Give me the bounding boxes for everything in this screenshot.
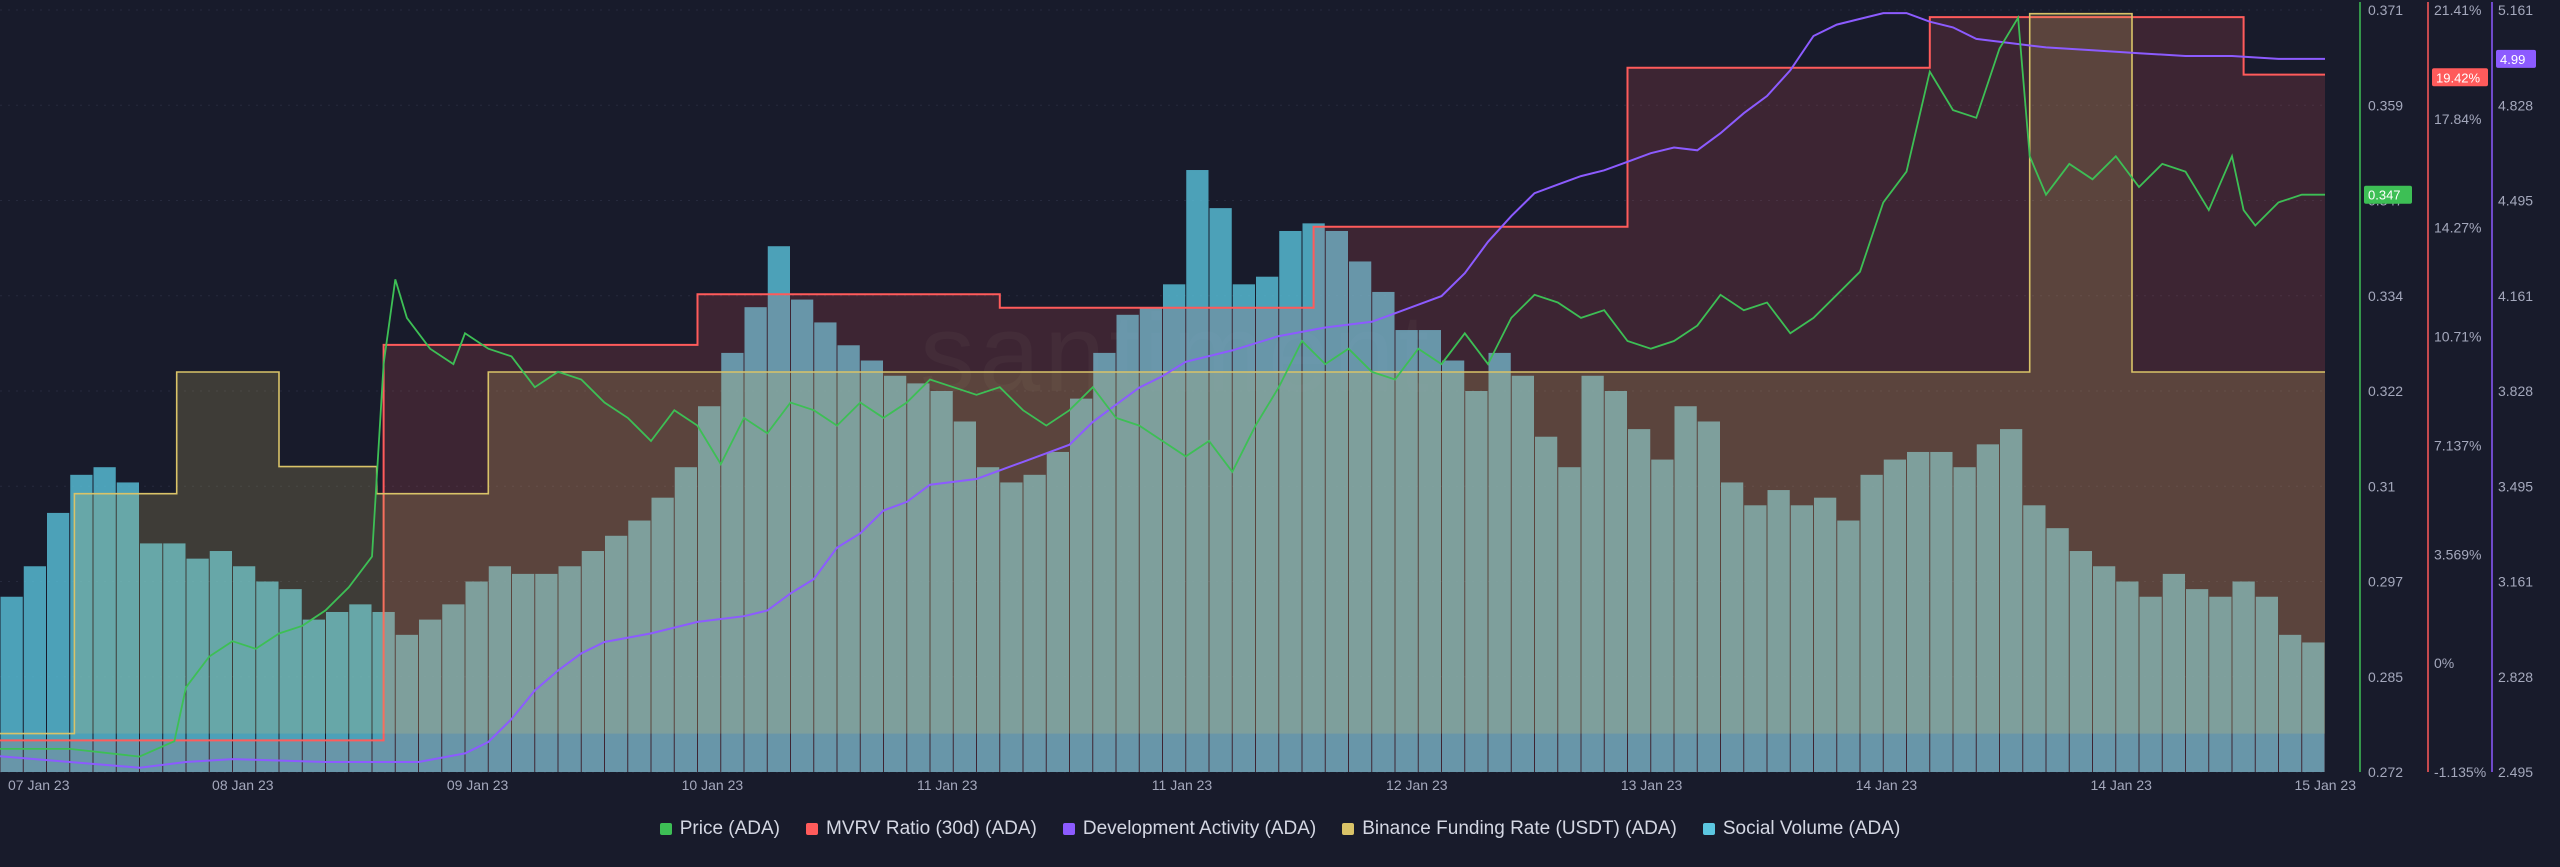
dev-axis-tick: 4.495 xyxy=(2498,193,2533,209)
mvrv-axis-tick: -1.135% xyxy=(2434,764,2486,780)
mvrv-current-badge: 19.42% xyxy=(2436,70,2481,85)
mvrv-axis-tick: 3.569% xyxy=(2434,546,2481,562)
mvrv-axis-tick: 21.41% xyxy=(2434,2,2481,18)
dev-axis-tick: 5.161 xyxy=(2498,2,2533,18)
dev-axis-tick: 3.495 xyxy=(2498,478,2533,494)
dev-axis-tick: 4.828 xyxy=(2498,97,2533,113)
x-axis-tick: 08 Jan 23 xyxy=(212,777,274,793)
legend-label: MVRV Ratio (30d) (ADA) xyxy=(826,818,1037,839)
dev-axis-tick: 3.828 xyxy=(2498,383,2533,399)
price-axis-tick: 0.31 xyxy=(2368,478,2395,494)
legend-swatch xyxy=(1342,823,1355,835)
dev-axis-tick: 2.495 xyxy=(2498,764,2533,780)
dev-axis-tick: 2.828 xyxy=(2498,669,2533,685)
price-axis-tick: 0.359 xyxy=(2368,97,2403,113)
price-axis-tick: 0.285 xyxy=(2368,669,2403,685)
dev-axis-tick: 4.161 xyxy=(2498,288,2533,304)
x-axis-tick: 10 Jan 23 xyxy=(682,777,744,793)
legend-swatch xyxy=(1702,823,1715,835)
price-axis-tick: 0.297 xyxy=(2368,574,2403,590)
price-axis-tick: 0.371 xyxy=(2368,2,2403,18)
legend-label: Social Volume (ADA) xyxy=(1722,818,1901,839)
legend-swatch xyxy=(1062,823,1075,835)
x-axis-tick: 09 Jan 23 xyxy=(447,777,509,793)
x-axis-tick: 07 Jan 23 xyxy=(8,777,70,793)
x-axis-tick: 14 Jan 23 xyxy=(2090,777,2152,793)
legend-item[interactable]: Binance Funding Rate (USDT) (ADA) xyxy=(1342,818,1677,840)
dev-current-badge: 4.99 xyxy=(2500,52,2525,67)
mvrv-axis-tick: 0% xyxy=(2434,655,2454,671)
legend-swatch xyxy=(806,823,819,835)
mvrv-axis-tick: 17.84% xyxy=(2434,111,2481,127)
x-axis-tick: 11 Jan 23 xyxy=(917,777,978,793)
legend-item[interactable]: Social Volume (ADA) xyxy=(1702,818,1901,840)
mvrv-axis-tick: 10.71% xyxy=(2434,329,2481,345)
price-current-badge: 0.347 xyxy=(2368,188,2401,203)
chart-container: santiment 0.3710.3590.3470.3340.3220.310… xyxy=(0,0,2560,867)
legend-item[interactable]: MVRV Ratio (30d) (ADA) xyxy=(806,818,1037,840)
x-axis-tick: 13 Jan 23 xyxy=(1621,777,1683,793)
x-axis-tick: 11 Jan 23 xyxy=(1152,777,1213,793)
chart-canvas[interactable]: 0.371 0.359 0.347 0.334 0.322 0.31 0.297 0.285 0… xyxy=(0,0,2560,867)
legend-item[interactable]: Development Activity (ADA) xyxy=(1062,818,1317,840)
x-axis-tick: 14 Jan 23 xyxy=(1856,777,1918,793)
chart-legend: Price (ADA) MVRV Ratio (30d) (ADA) Develop… xyxy=(0,818,2560,840)
price-axis-tick: 0.272 xyxy=(2368,764,2403,780)
price-axis-tick: 0.334 xyxy=(2368,288,2403,304)
legend-label: Development Activity (ADA) xyxy=(1082,818,1317,839)
mvrv-axis-tick: 14.27% xyxy=(2434,220,2481,236)
legend-label: Binance Funding Rate (USDT) (ADA) xyxy=(1362,818,1677,839)
x-axis-tick: 15 Jan 23 xyxy=(2295,777,2357,793)
legend-swatch xyxy=(659,823,672,835)
mvrv-axis-tick: 7.137% xyxy=(2434,437,2481,453)
legend-item[interactable]: Price (ADA) xyxy=(659,818,781,840)
x-axis-tick: 12 Jan 23 xyxy=(1386,777,1448,793)
legend-label: Price (ADA) xyxy=(679,818,781,839)
dev-axis-tick: 3.161 xyxy=(2498,574,2533,590)
price-axis-tick: 0.322 xyxy=(2368,383,2403,399)
